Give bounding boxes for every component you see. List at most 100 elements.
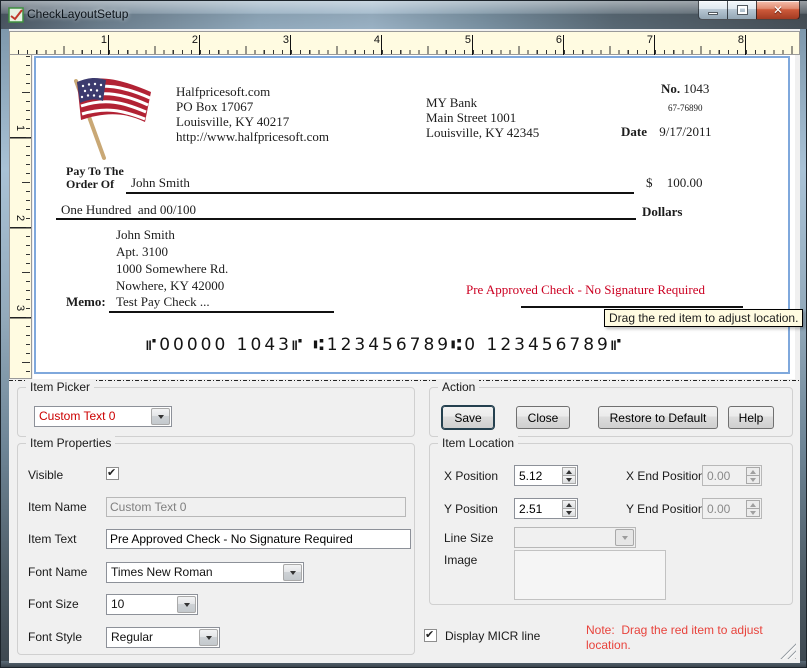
- pay-to-label: Pay To The Order Of: [66, 165, 124, 191]
- y-position-down-button[interactable]: [562, 509, 576, 517]
- custom-text-item[interactable]: Pre Approved Check - No Signature Requir…: [466, 282, 705, 298]
- help-button[interactable]: Help: [728, 406, 774, 429]
- window-title: CheckLayoutSetup: [27, 1, 128, 28]
- y-end-position-input: [703, 499, 745, 518]
- arrow-down-icon: [750, 478, 756, 482]
- company-address-block: Halfpricesoft.comPO Box 17067Louisville,…: [176, 84, 329, 144]
- x-end-position-label: X End Position: [626, 469, 705, 483]
- note-text: Note: Drag the red item to adjust locati…: [586, 623, 791, 653]
- item-picker-group: Item Picker Custom Text 0: [17, 387, 415, 437]
- amount-numeric: $ 100.00: [646, 175, 703, 191]
- memo-label: Memo:: [66, 294, 106, 310]
- y-end-position-label: Y End Position: [626, 502, 705, 516]
- y-position-input[interactable]: [515, 499, 561, 518]
- y-position-stepper[interactable]: [514, 498, 578, 519]
- v-ruler-number: 2: [12, 211, 26, 225]
- y-end-spin-buttons: [746, 500, 760, 517]
- flag-image: [61, 74, 161, 164]
- line-size-label: Line Size: [444, 531, 493, 545]
- x-end-spin-buttons: [746, 467, 760, 484]
- font-style-combo[interactable]: Regular: [106, 627, 220, 648]
- h-ruler-number: 8: [731, 34, 744, 46]
- y-position-label: Y Position: [444, 502, 498, 516]
- date-label: Date: [621, 124, 647, 139]
- item-picker-combo[interactable]: Custom Text 0: [34, 406, 172, 427]
- title-bar: CheckLayoutSetup ✕: [1, 1, 807, 29]
- fraction-code: 67-76890: [668, 103, 703, 113]
- company-line: Halfpricesoft.com: [176, 84, 329, 99]
- x-end-down-button: [746, 476, 760, 484]
- payee-address-line: 1000 Somewhere Rd.: [116, 260, 228, 277]
- item-name-input: [106, 497, 406, 517]
- font-style-dropdown-button[interactable]: [199, 629, 218, 646]
- minimize-button[interactable]: [698, 1, 728, 20]
- action-title: Action: [438, 380, 479, 394]
- display-micr-label: Display MICR line: [445, 629, 540, 643]
- restore-default-button[interactable]: Restore to Default: [598, 406, 718, 429]
- app-icon: [8, 7, 24, 23]
- close-action-button[interactable]: Close: [516, 406, 570, 429]
- x-end-position-input: [703, 466, 745, 485]
- payee-address-line: Apt. 3100: [116, 243, 228, 260]
- x-position-stepper[interactable]: [514, 465, 578, 486]
- x-position-up-button[interactable]: [562, 467, 576, 476]
- v-ruler-number: 1: [12, 121, 26, 135]
- action-group: Action Save Close Restore to Default Hel…: [429, 387, 793, 437]
- arrow-up-icon: [750, 470, 756, 474]
- memo-text: Test Pay Check ...: [116, 294, 210, 310]
- font-name-dropdown-button[interactable]: [283, 564, 302, 581]
- line-size-combo: [514, 527, 636, 548]
- amount-value: 100.00: [667, 175, 703, 190]
- font-style-label: Font Style: [28, 630, 82, 644]
- item-text-input[interactable]: [106, 529, 411, 549]
- payee-address-line: Nowhere, KY 42000: [116, 277, 228, 294]
- x-position-input[interactable]: [515, 466, 561, 485]
- arrow-up-icon: [566, 503, 572, 507]
- dollar-sign: $: [646, 175, 653, 190]
- h-ruler-number: 3: [276, 34, 289, 46]
- maximize-icon: [738, 6, 747, 14]
- x-end-up-button: [746, 467, 760, 476]
- x-position-down-button[interactable]: [562, 476, 576, 484]
- v-ruler-number: 3: [12, 301, 26, 315]
- h-ruler-number: 7: [640, 34, 653, 46]
- window-controls: ✕: [698, 1, 800, 21]
- font-name-combo[interactable]: Times New Roman: [106, 562, 304, 583]
- line-size-dropdown-button: [615, 529, 634, 546]
- bank-line: MY Bank: [426, 95, 539, 110]
- signature-line: [521, 306, 743, 308]
- font-style-value: Regular: [107, 628, 198, 647]
- image-label: Image: [444, 553, 477, 567]
- amount-words: One Hundred and 00/100: [61, 202, 196, 218]
- h-ruler-number: 2: [185, 34, 198, 46]
- chevron-down-icon: [290, 571, 296, 575]
- payee-name: John Smith: [131, 175, 190, 191]
- maximize-button[interactable]: [728, 1, 756, 20]
- font-name-label: Font Name: [28, 565, 87, 579]
- arrow-up-icon: [750, 503, 756, 507]
- font-size-dropdown-button[interactable]: [177, 596, 196, 613]
- chevron-down-icon: [206, 636, 212, 640]
- y-position-up-button[interactable]: [562, 500, 576, 509]
- window-frame-left: [1, 29, 9, 667]
- payee-address-line: John Smith: [116, 226, 228, 243]
- horizontal-ruler: 12345678: [9, 31, 800, 55]
- visible-checkbox[interactable]: [106, 467, 119, 480]
- font-size-label: Font Size: [28, 597, 79, 611]
- app-window: CheckLayoutSetup ✕ 12345678 123: [0, 0, 807, 668]
- minimize-icon: [708, 12, 718, 15]
- display-micr-checkbox[interactable]: [424, 629, 437, 642]
- font-size-combo[interactable]: 10: [106, 594, 198, 615]
- client-area: 12345678 123: [9, 29, 800, 663]
- payee-address-block: John SmithApt. 31001000 Somewhere Rd.Now…: [116, 226, 228, 294]
- bank-line: Main Street 1001: [426, 110, 539, 125]
- item-properties-group: Item Properties Visible Item Name Item T…: [17, 443, 415, 655]
- memo-underline: [109, 311, 334, 313]
- company-line: PO Box 17067: [176, 99, 329, 114]
- line-size-value: [515, 528, 614, 547]
- close-button[interactable]: ✕: [756, 1, 800, 20]
- item-location-title: Item Location: [438, 436, 518, 450]
- save-button[interactable]: Save: [442, 406, 494, 429]
- item-picker-dropdown-button[interactable]: [151, 408, 170, 425]
- x-position-label: X Position: [444, 469, 498, 483]
